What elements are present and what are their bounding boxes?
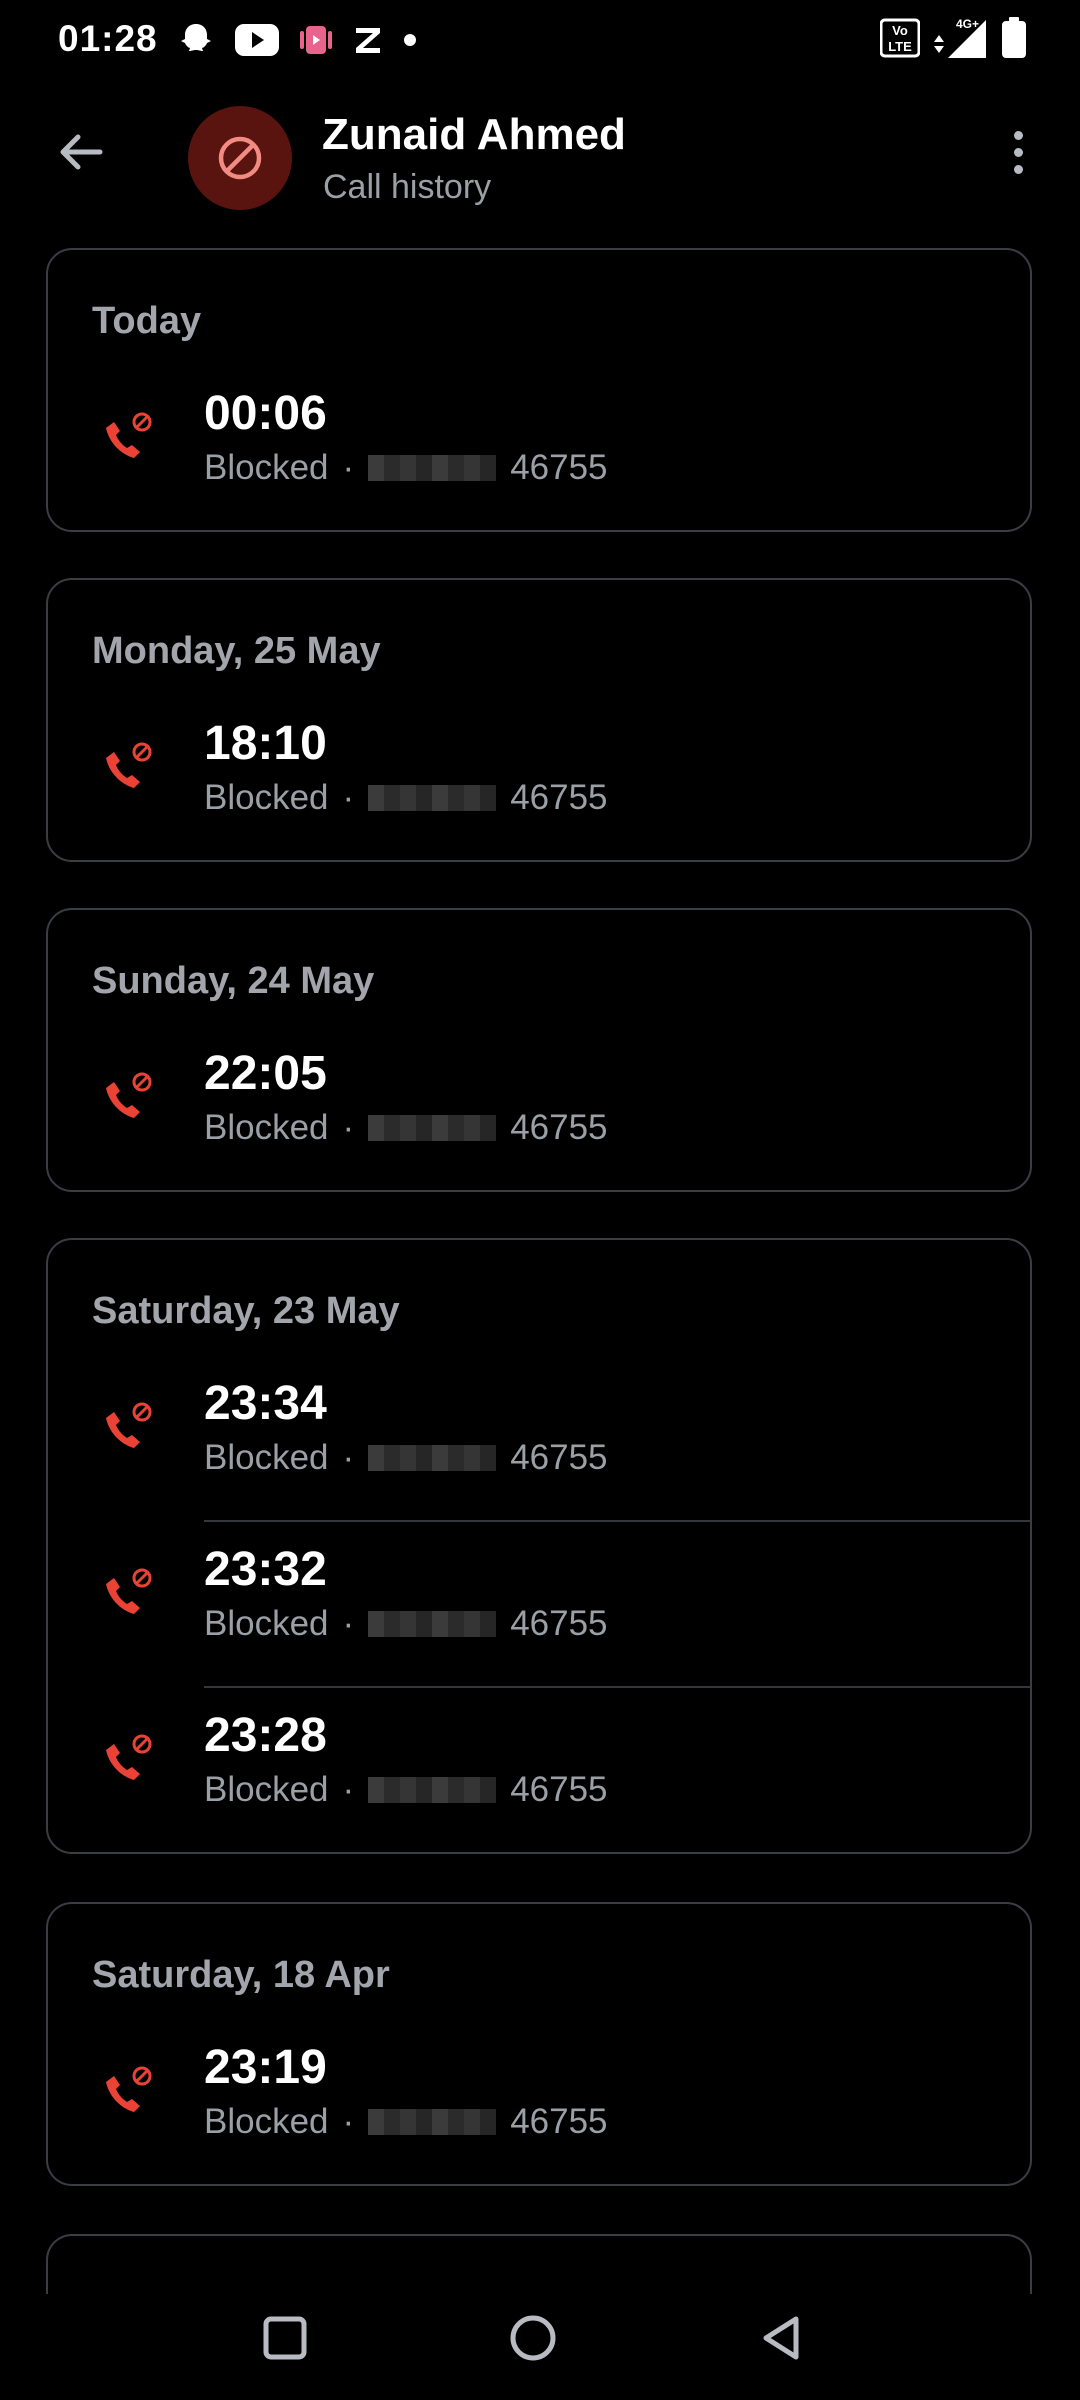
recents-button[interactable] [250,2303,320,2373]
redacted-number [368,1777,497,1803]
separator-dot: · [342,1108,355,1147]
call-entry[interactable]: 22:05 Blocked · 46755 [48,1020,1034,1186]
group-date: Saturday, 18 Apr [92,1954,390,1996]
call-group-card: Monday, 25 May 18:10 Blocked · 46755 [46,578,1032,862]
number-suffix: 46755 [510,2102,608,2141]
call-entry[interactable]: 18:10 Blocked · 46755 [48,690,1034,856]
call-status: Blocked [204,2102,329,2141]
number-suffix: 46755 [510,778,608,817]
call-status: Blocked [204,1604,329,1643]
page-subtitle: Call history [323,168,492,206]
separator-dot: · [342,1770,355,1809]
dot-icon [402,32,418,48]
redacted-number [368,455,497,481]
call-group-card: Saturday, 23 May 23:34 Blocked · 46755 2… [46,1238,1032,1854]
signal-4g-icon: 4G+ [932,16,988,65]
call-detail: Blocked · 46755 [204,1770,608,1810]
call-time: 00:06 [204,387,327,440]
redacted-number [368,1115,497,1141]
group-date: Sunday, 24 May [92,960,375,1002]
blocked-call-icon [106,412,152,458]
call-entry[interactable]: 23:32 Blocked · 46755 [48,1516,1034,1682]
number-suffix: 46755 [510,1604,608,1643]
volte-icon: Vo LTE [879,18,921,63]
redacted-number [368,1611,497,1637]
svg-text:LTE: LTE [888,39,912,54]
separator-dot: · [342,448,355,487]
blocked-call-icon [106,742,152,788]
call-status: Blocked [204,778,329,817]
blocked-call-icon [106,1734,152,1780]
arrow-left-icon [60,134,103,170]
call-detail: Blocked · 46755 [204,778,608,818]
battery-icon [1000,16,1028,65]
z-icon [352,24,384,56]
call-status: Blocked [204,1770,329,1809]
snapchat-icon [176,20,216,60]
blocked-call-icon [106,1568,152,1614]
group-date: Monday, 25 May [92,630,381,672]
call-detail: Blocked · 46755 [204,2102,608,2142]
contact-name: Zunaid Ahmed [322,110,626,159]
blocked-call-icon [106,1072,152,1118]
separator-dot: · [342,1438,355,1477]
back-nav-button[interactable] [746,2303,816,2373]
call-entry[interactable]: 23:34 Blocked · 46755 [48,1350,1034,1516]
call-detail: Blocked · 46755 [204,1438,608,1478]
redacted-number [368,785,497,811]
call-group-card: Sunday, 24 May 22:05 Blocked · 46755 [46,908,1032,1192]
number-suffix: 46755 [510,1438,608,1477]
redacted-number [368,2109,497,2135]
call-group-card: Today 00:06 Blocked · 46755 [46,248,1032,532]
more-options-button[interactable] [998,120,1038,184]
call-entry[interactable]: 00:06 Blocked · 46755 [48,360,1034,526]
number-suffix: 46755 [510,1770,608,1809]
call-time: 23:28 [204,1709,327,1762]
svg-text:4G+: 4G+ [956,17,979,31]
notification-icons [176,18,418,62]
call-time: 23:32 [204,1543,327,1596]
back-button[interactable] [48,120,112,184]
call-detail: Blocked · 46755 [204,1604,608,1644]
svg-text:Vo: Vo [892,23,908,38]
youtube-icon [234,23,280,57]
call-time: 23:19 [204,2041,327,2094]
call-detail: Blocked · 46755 [204,448,608,488]
call-status: Blocked [204,448,329,487]
blocked-icon [218,136,262,180]
number-suffix: 46755 [510,1108,608,1147]
home-button[interactable] [498,2303,568,2373]
blocked-call-icon [106,1402,152,1448]
system-status-icons: Vo LTE 4G+ [879,16,1028,65]
blocked-call-icon [106,2066,152,2112]
app-header: Zunaid Ahmed Call history [0,90,1080,230]
call-entry[interactable]: 23:28 Blocked · 46755 [48,1682,1034,1848]
call-entry[interactable]: 23:19 Blocked · 46755 [48,2014,1034,2180]
group-date: Saturday, 23 May [92,1290,400,1332]
call-detail: Blocked · 46755 [204,1108,608,1148]
separator-dot: · [342,2102,355,2141]
number-suffix: 46755 [510,448,608,487]
call-time: 23:34 [204,1377,327,1430]
more-vert-icon [1013,130,1023,140]
separator-dot: · [342,778,355,817]
app-icon [298,22,334,58]
call-status: Blocked [204,1438,329,1477]
call-time: 18:10 [204,717,327,770]
triangle-back-icon [763,2316,799,2360]
system-nav-bar [0,2275,1080,2400]
square-icon [263,2316,307,2360]
status-time: 01:28 [58,18,158,59]
call-time: 22:05 [204,1047,327,1100]
redacted-number [368,1445,497,1471]
circle-icon [510,2315,556,2361]
avatar [188,106,292,210]
group-date: Today [92,300,202,342]
status-bar: 01:28 Vo LTE 4G+ [0,0,1080,80]
call-group-card: Saturday, 18 Apr 23:19 Blocked · 46755 [46,1902,1032,2186]
call-status: Blocked [204,1108,329,1147]
separator-dot: · [342,1604,355,1643]
